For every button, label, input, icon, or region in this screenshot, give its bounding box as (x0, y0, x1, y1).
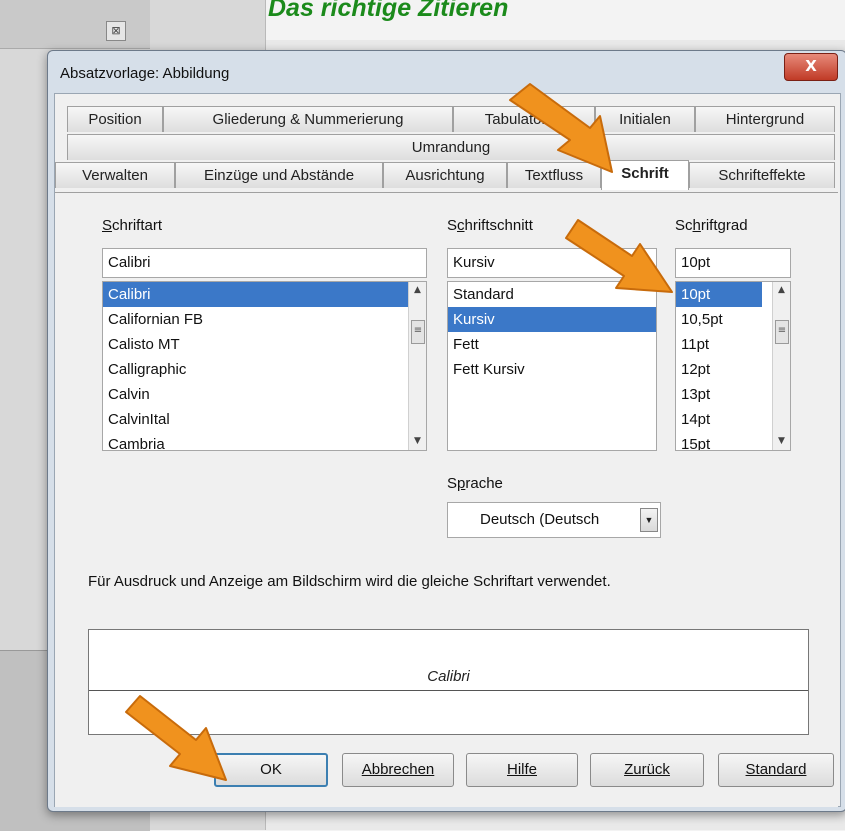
close-button[interactable]: X (784, 53, 838, 81)
list-item[interactable]: Kursiv (448, 307, 656, 332)
dialog-title: Absatzvorlage: Abbildung (60, 65, 230, 82)
scroll-down-icon[interactable]: ▼ (409, 433, 426, 450)
tab-indents-spacing[interactable]: Einzüge und Abstände (175, 162, 383, 188)
help-button[interactable]: Hilfe (466, 753, 578, 787)
tab-initials[interactable]: Initialen (595, 106, 695, 132)
font-style-label: Schriftschnitt (447, 217, 533, 234)
label-rest: chriftart (112, 217, 163, 234)
list-item[interactable]: Calvin (103, 382, 426, 407)
label-part: S (447, 217, 458, 234)
scroll-down-icon[interactable]: ▼ (773, 433, 790, 450)
label-rest: rache (465, 475, 503, 492)
tab-organizer[interactable]: Verwalten (55, 162, 175, 188)
label-part: S (447, 475, 458, 492)
font-style-input[interactable]: Kursiv (447, 248, 657, 278)
document-heading: Das richtige Zitieren (268, 0, 509, 22)
tab-outline-numbering[interactable]: Gliederung & Nummerierung (163, 106, 453, 132)
font-list-scrollbar[interactable]: ▲ ≡ ▼ (408, 282, 426, 450)
standard-label: Standard (745, 761, 807, 778)
list-item[interactable]: Calligraphic (103, 357, 426, 382)
mnemonic-letter: S (102, 217, 113, 234)
label-rest: riftgrad (700, 217, 748, 234)
paragraph-style-dialog: Absatzvorlage: Abbildung X Position Glie… (47, 50, 845, 812)
font-size-label: Schriftgrad (675, 217, 748, 234)
preview-baseline (89, 690, 808, 691)
font-tab-panel: Schriftart Calibri Calibri Californian F… (55, 192, 838, 807)
tab-tabs[interactable]: Tabulatoren (453, 106, 595, 132)
label-rest: hriftschnitt (464, 217, 533, 234)
chevron-down-icon[interactable]: ▼ (640, 508, 658, 532)
language-select[interactable]: Deutsch (Deutsch ▼ (447, 502, 661, 538)
cancel-button[interactable]: Abbrechen (342, 753, 454, 787)
font-info-text: Für Ausdruck und Anzeige am Bildschirm w… (88, 573, 611, 590)
mnemonic-letter: c (457, 217, 465, 234)
tab-background[interactable]: Hintergrund (695, 106, 835, 132)
list-item[interactable]: CalvinItal (103, 407, 426, 432)
tab-text-flow[interactable]: Textfluss (507, 162, 601, 188)
font-style-list[interactable]: Standard Kursiv Fett Fett Kursiv (447, 281, 657, 451)
tab-row-3: Verwalten Einzüge und Abstände Ausrichtu… (55, 160, 835, 190)
tab-row-1: Position Gliederung & Nummerierung Tabul… (67, 106, 835, 134)
scroll-up-icon[interactable]: ▲ (409, 282, 426, 299)
scroll-up-icon[interactable]: ▲ (773, 282, 790, 299)
font-family-label: Schriftart (102, 217, 162, 234)
preview-text: Calibri (427, 668, 470, 685)
list-item[interactable]: Standard (448, 282, 656, 307)
tab-borders[interactable]: Umrandung (67, 134, 835, 160)
scroll-thumb[interactable]: ≡ (411, 320, 425, 344)
cancel-label: Abbrechen (361, 761, 435, 778)
dialog-client: Position Gliederung & Nummerierung Tabul… (54, 93, 841, 807)
size-list-scrollbar[interactable]: ▲ ≡ ▼ (772, 282, 790, 450)
language-value: Deutsch (Deutsch (480, 511, 600, 528)
label-part: Sc (675, 217, 693, 234)
dialog-titlebar: Absatzvorlage: Abbildung X (48, 51, 845, 93)
list-item[interactable]: Cambria (103, 432, 426, 450)
language-label: Sprache (447, 475, 503, 492)
list-item[interactable]: Californian FB (103, 307, 426, 332)
scroll-thumb[interactable]: ≡ (775, 320, 789, 344)
tab-font[interactable]: Schrift (601, 160, 689, 190)
help-label: Hilfe (506, 761, 537, 778)
back-button[interactable]: Zurück (590, 753, 704, 787)
tab-alignment[interactable]: Ausrichtung (383, 162, 507, 188)
back-label: Zurück (624, 761, 670, 778)
list-item[interactable]: Fett (448, 332, 656, 357)
font-size-list[interactable]: 10pt 10,5pt 11pt 12pt 13pt 14pt 15pt ▲ ≡… (675, 281, 791, 451)
font-size-input[interactable]: 10pt (675, 248, 791, 278)
background-close-icon[interactable]: ⊠ (106, 21, 126, 41)
tab-position[interactable]: Position (67, 106, 163, 132)
mnemonic-letter: h (692, 217, 701, 234)
tab-font-effects[interactable]: Schrifteffekte (689, 162, 835, 188)
list-item[interactable]: Fett Kursiv (448, 357, 656, 382)
tab-row-2: Umrandung (67, 134, 835, 162)
list-item[interactable]: Calibri (103, 282, 426, 307)
ok-button[interactable]: OK (214, 753, 328, 787)
list-item[interactable]: Calisto MT (103, 332, 426, 357)
font-preview: Calibri (88, 629, 809, 735)
font-family-input[interactable]: Calibri (102, 248, 427, 278)
list-item[interactable]: 10pt (676, 282, 762, 307)
standard-button[interactable]: Standard (718, 753, 834, 787)
background-toolbar (0, 0, 150, 49)
font-family-list[interactable]: Calibri Californian FB Calisto MT Callig… (102, 281, 427, 451)
